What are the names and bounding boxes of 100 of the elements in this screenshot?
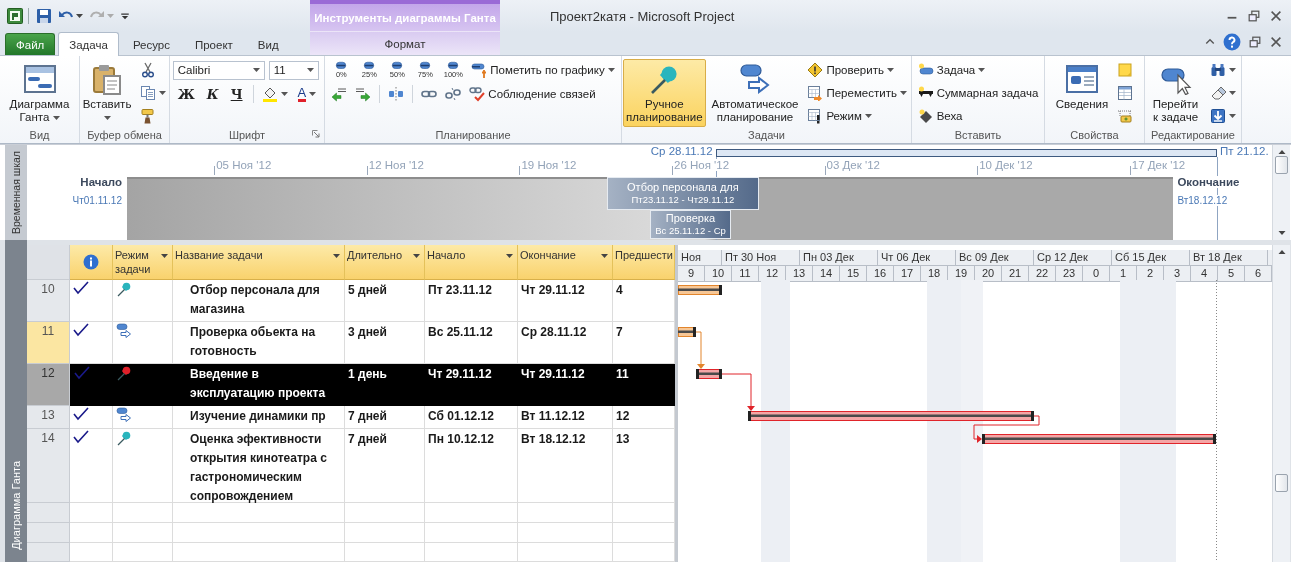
scroll-down-icon[interactable]	[1276, 229, 1287, 237]
table-cell: Пт 23.11.12	[425, 280, 518, 322]
group-label: Задачи	[748, 129, 785, 141]
empty-cell[interactable]	[425, 503, 518, 523]
window-title: Проект2катя - Microsoft Project	[550, 8, 735, 24]
empty-cell[interactable]	[113, 543, 173, 562]
empty-cell[interactable]	[425, 543, 518, 562]
auto-schedule-button[interactable]: Автоматическое планирование	[708, 59, 802, 127]
dropdown-field[interactable]: Calibri	[172, 60, 265, 80]
empty-cell[interactable]	[425, 523, 518, 543]
manual-schedule-button[interactable]: Ручное планирование	[623, 59, 706, 127]
dialog-launcher-icon[interactable]	[312, 130, 320, 138]
scrollbar[interactable]	[1272, 145, 1290, 240]
task-dates: Пт23.11.12 - Чт29.11.12	[631, 194, 735, 206]
task-bar[interactable]	[982, 434, 1216, 444]
inspect-button[interactable]: Проверить	[804, 59, 910, 80]
restore-icon[interactable]	[1248, 35, 1262, 49]
copy-icon	[140, 84, 157, 101]
ribbon-tab[interactable]: Формат	[310, 31, 500, 55]
ribbon-tab[interactable]: Проект	[183, 33, 244, 55]
column-header[interactable]: Начало	[425, 245, 518, 280]
scroll-to-task-button[interactable]: Перейти к задаче	[1147, 59, 1204, 127]
caret-icon	[333, 254, 340, 258]
dropdown-field[interactable]: 11	[268, 60, 319, 80]
timescale-cell: Чт 06 Дек	[878, 250, 956, 265]
empty-cell[interactable]	[173, 523, 345, 543]
restore-icon[interactable]	[1247, 9, 1261, 23]
close-icon[interactable]	[1269, 9, 1283, 23]
underline-button[interactable]: Ч	[225, 83, 248, 105]
column-header[interactable]: Окончание	[518, 245, 613, 280]
bold-button[interactable]: Ж	[172, 83, 200, 105]
link-check-icon	[469, 86, 486, 102]
row-number[interactable]: 14	[27, 429, 70, 503]
empty-cell[interactable]	[113, 523, 173, 543]
column-header[interactable]: Предшести	[613, 245, 675, 280]
help-icon[interactable]	[1223, 33, 1241, 51]
italic-button[interactable]: К	[201, 83, 224, 105]
mark-on-track-button[interactable]: Пометить по графику	[468, 59, 618, 81]
mode-button[interactable]: Режим	[804, 105, 910, 126]
close-icon[interactable]	[1269, 35, 1283, 49]
timeline-task-bar[interactable]: Проверка Вс 25.11.12 - Ср	[650, 210, 731, 239]
column-header[interactable]: Длительно	[345, 245, 425, 280]
scrollbar-thumb[interactable]	[1275, 156, 1288, 174]
ribbon-tab[interactable]: Вид	[246, 33, 290, 55]
table-cell: Пн 10.12.12	[425, 429, 518, 503]
gantt-chart-button[interactable]: Диаграмма Ганта	[2, 59, 77, 127]
paste-button[interactable]: Вставить	[79, 59, 135, 127]
empty-cell[interactable]	[113, 503, 173, 523]
column-header[interactable]: Название задачи	[173, 245, 345, 280]
row-number[interactable]: 10	[27, 280, 70, 322]
insert-task-button[interactable]: Задача	[914, 59, 1042, 80]
respect-links-button[interactable]: Соблюдение связей	[466, 83, 599, 105]
timescale-cell: 0	[1083, 266, 1110, 281]
corner-cell[interactable]	[27, 245, 70, 280]
caret-icon	[413, 254, 420, 258]
clipboard-icon	[91, 63, 123, 95]
table-cell: 1 день	[345, 364, 425, 406]
insert-summary-button[interactable]: Суммарная задача	[914, 82, 1042, 103]
timescale-cell: 22	[1029, 266, 1056, 281]
empty-cell[interactable]	[518, 543, 613, 562]
window-icon	[1066, 63, 1098, 95]
table-cell: 5 дней	[345, 280, 425, 322]
row-number[interactable]: 13	[27, 406, 70, 429]
row-number[interactable]: 12	[27, 364, 70, 406]
information-button[interactable]: Сведения	[1052, 59, 1112, 127]
ribbon-tab[interactable]: Ресурс	[121, 33, 181, 55]
row-number[interactable]: 11	[27, 322, 70, 364]
paint-bucket-icon	[261, 86, 278, 102]
font-color-button[interactable]: A	[292, 83, 322, 105]
insert-milestone-button[interactable]: Веха	[914, 105, 1042, 126]
timescale-cell: 10	[705, 266, 732, 281]
caret-icon	[886, 67, 894, 72]
date-tick-label: 05 Ноя '12	[216, 159, 273, 171]
timescale-cell: 23	[1056, 266, 1083, 281]
empty-cell[interactable]	[518, 503, 613, 523]
warning-diamond-icon	[807, 61, 824, 78]
fill-down-icon	[1210, 107, 1226, 124]
scrollbar[interactable]	[1272, 245, 1290, 562]
timeline-view-window[interactable]	[715, 149, 1217, 157]
save-button[interactable]	[34, 6, 54, 26]
task-bar[interactable]	[678, 285, 722, 295]
scrollbar-thumb[interactable]	[1275, 474, 1288, 492]
task-dates: Вс 25.11.12 - Ср	[655, 225, 726, 237]
task-bar[interactable]	[678, 327, 696, 337]
empty-cell[interactable]	[345, 503, 425, 523]
file-tab[interactable]: Файл	[5, 33, 56, 55]
empty-cell[interactable]	[345, 543, 425, 562]
task-bar[interactable]	[696, 369, 722, 379]
move-button[interactable]: Переместить	[804, 82, 910, 103]
ribbon-tab[interactable]: Задача	[58, 32, 119, 56]
timeline-bar[interactable]	[127, 177, 1174, 240]
scroll-up-icon[interactable]	[1276, 248, 1287, 256]
table-cell: Вт 11.12.12	[518, 406, 613, 429]
empty-cell[interactable]	[518, 523, 613, 543]
empty-cell[interactable]	[173, 503, 345, 523]
empty-cell[interactable]	[345, 523, 425, 543]
column-header[interactable]: Режим задачи	[113, 245, 173, 280]
empty-cell[interactable]	[173, 543, 345, 562]
task-bar[interactable]	[748, 411, 1034, 421]
column-header[interactable]	[70, 245, 113, 280]
